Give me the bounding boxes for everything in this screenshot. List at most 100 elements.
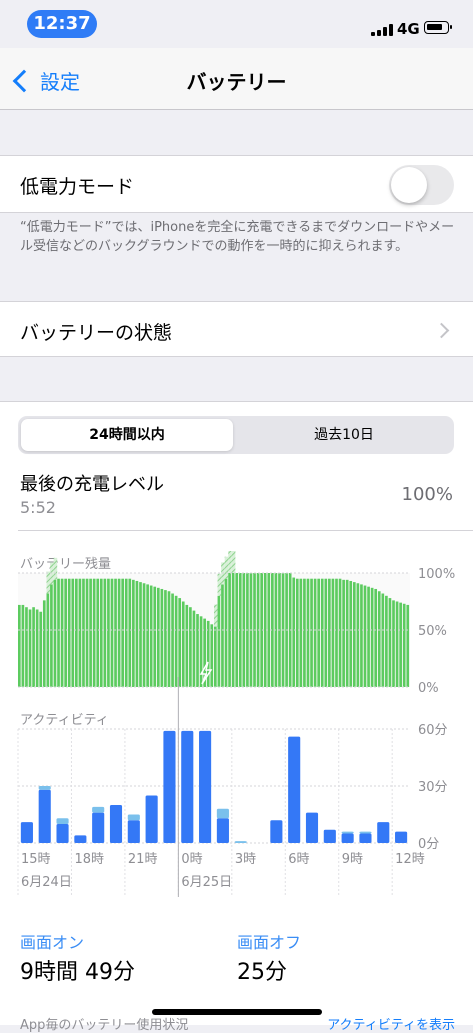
activity-bar-screen-on (305, 812, 319, 843)
battery-bar (42, 600, 46, 687)
battery-bar (338, 578, 342, 687)
screen-on-value: 9時間 49分 (20, 960, 135, 985)
battery-bar (385, 595, 388, 687)
screen-off-value: 25分 (237, 960, 287, 985)
date-label: 6月24日 (21, 875, 72, 890)
battery-bar (99, 578, 103, 687)
activity-x-label: 18時 (74, 852, 104, 867)
battery-bar (117, 578, 121, 687)
charging-marker (46, 571, 51, 594)
battery-bar (71, 578, 75, 687)
activity-bar-screen-off (341, 831, 354, 834)
activity-bar-screen-on (341, 833, 354, 843)
screen-on-label: 画面オン (20, 933, 85, 952)
activity-bar-screen-off (234, 841, 247, 843)
battery-bar (352, 582, 356, 687)
battery-bar (32, 607, 35, 687)
battery-bar (114, 578, 117, 687)
activity-bar-screen-on (377, 822, 390, 843)
battery-bar (181, 601, 185, 687)
charging-marker (214, 604, 218, 627)
activity-bar-screen-on (92, 812, 105, 843)
battery-bar (128, 578, 132, 687)
battery-bar (28, 609, 32, 687)
activity-y-label: 30分 (418, 780, 448, 795)
battery-bar (388, 598, 392, 687)
battery-bar (310, 578, 313, 687)
activity-x-label: 9時 (342, 852, 363, 867)
battery-bar (85, 578, 89, 687)
low-power-mode-label: 低電力モード (20, 176, 135, 198)
activity-bar-screen-on (74, 835, 87, 843)
battery-bar (75, 578, 78, 687)
activity-bar-screen-on (109, 805, 123, 843)
battery-bar (185, 604, 189, 687)
battery-bar (192, 610, 196, 687)
battery-bar (214, 626, 217, 687)
battery-bar (178, 598, 182, 687)
battery-bar (156, 587, 160, 687)
battery-bar (78, 578, 82, 687)
battery-bar (146, 584, 149, 687)
battery-bar (345, 579, 349, 687)
activity-bar-screen-on (288, 736, 301, 843)
screen-off-label: 画面オフ (237, 933, 302, 952)
battery-bar (153, 586, 157, 687)
activity-x-label: 3時 (235, 852, 256, 867)
battery-bar (35, 609, 39, 687)
activity-bar-screen-on (145, 795, 158, 843)
battery-bar (171, 593, 174, 687)
battery-bar (335, 578, 338, 687)
battery-bar (124, 578, 128, 687)
toggle-knob (391, 167, 427, 203)
battery-bar (82, 578, 85, 687)
charging-marker (224, 556, 229, 579)
battery-bar (363, 585, 367, 687)
home-indicator[interactable] (152, 1009, 322, 1015)
battery-bar (328, 578, 331, 687)
charging-marker (217, 573, 222, 596)
charging-marker (53, 557, 58, 580)
low-power-mode-toggle[interactable] (389, 165, 454, 205)
battery-bar (377, 591, 381, 687)
activity-x-label: 0時 (181, 852, 202, 867)
battery-bar (189, 607, 192, 687)
battery-bar (324, 578, 328, 687)
battery-bar (174, 595, 178, 687)
battery-bar (295, 578, 299, 687)
battery-bar (67, 578, 71, 687)
battery-bar (374, 588, 378, 687)
battery-bar (46, 593, 50, 687)
clock-pill[interactable]: 12:37 (27, 10, 97, 38)
activity-bar-screen-off (92, 806, 105, 813)
activity-x-label: 6時 (288, 852, 309, 867)
battery-bar (103, 578, 107, 687)
activity-bar-screen-on (199, 730, 212, 843)
battery-bar (160, 588, 164, 687)
battery-bar (164, 590, 167, 687)
activity-y-label: 0分 (418, 837, 439, 852)
battery-bar (196, 614, 199, 687)
activity-bar-screen-on (216, 818, 229, 843)
battery-bar (210, 624, 214, 687)
battery-bar (139, 582, 142, 687)
battery-activity-charts: 100% 50% 0% 60分 30分 0分 15時 18時 21時 0時 3時 6時 9時 12時 6月2… (17, 551, 455, 897)
battery-bar (121, 578, 125, 687)
battery-bar (395, 601, 399, 687)
activity-y-label: 60分 (418, 723, 448, 738)
battery-bar (53, 579, 57, 687)
battery-bar (381, 593, 385, 687)
usage-card: 24時間以内 過去10日 最後の充電レベル 5:52 100% バッテリー残量 … (0, 401, 473, 1033)
battery-bar (299, 578, 303, 687)
activity-bar-screen-on (38, 789, 51, 843)
battery-bar (39, 611, 43, 687)
battery-bar (110, 578, 114, 687)
battery-bar (406, 604, 410, 687)
battery-bar (64, 578, 67, 687)
battery-bar (320, 578, 324, 687)
battery-bar (92, 578, 96, 687)
page-title: バッテリー (186, 70, 287, 94)
battery-health-cell[interactable]: バッテリーの状態 (0, 301, 473, 357)
battery-icon (424, 21, 452, 34)
activity-bar-screen-on (181, 730, 194, 843)
